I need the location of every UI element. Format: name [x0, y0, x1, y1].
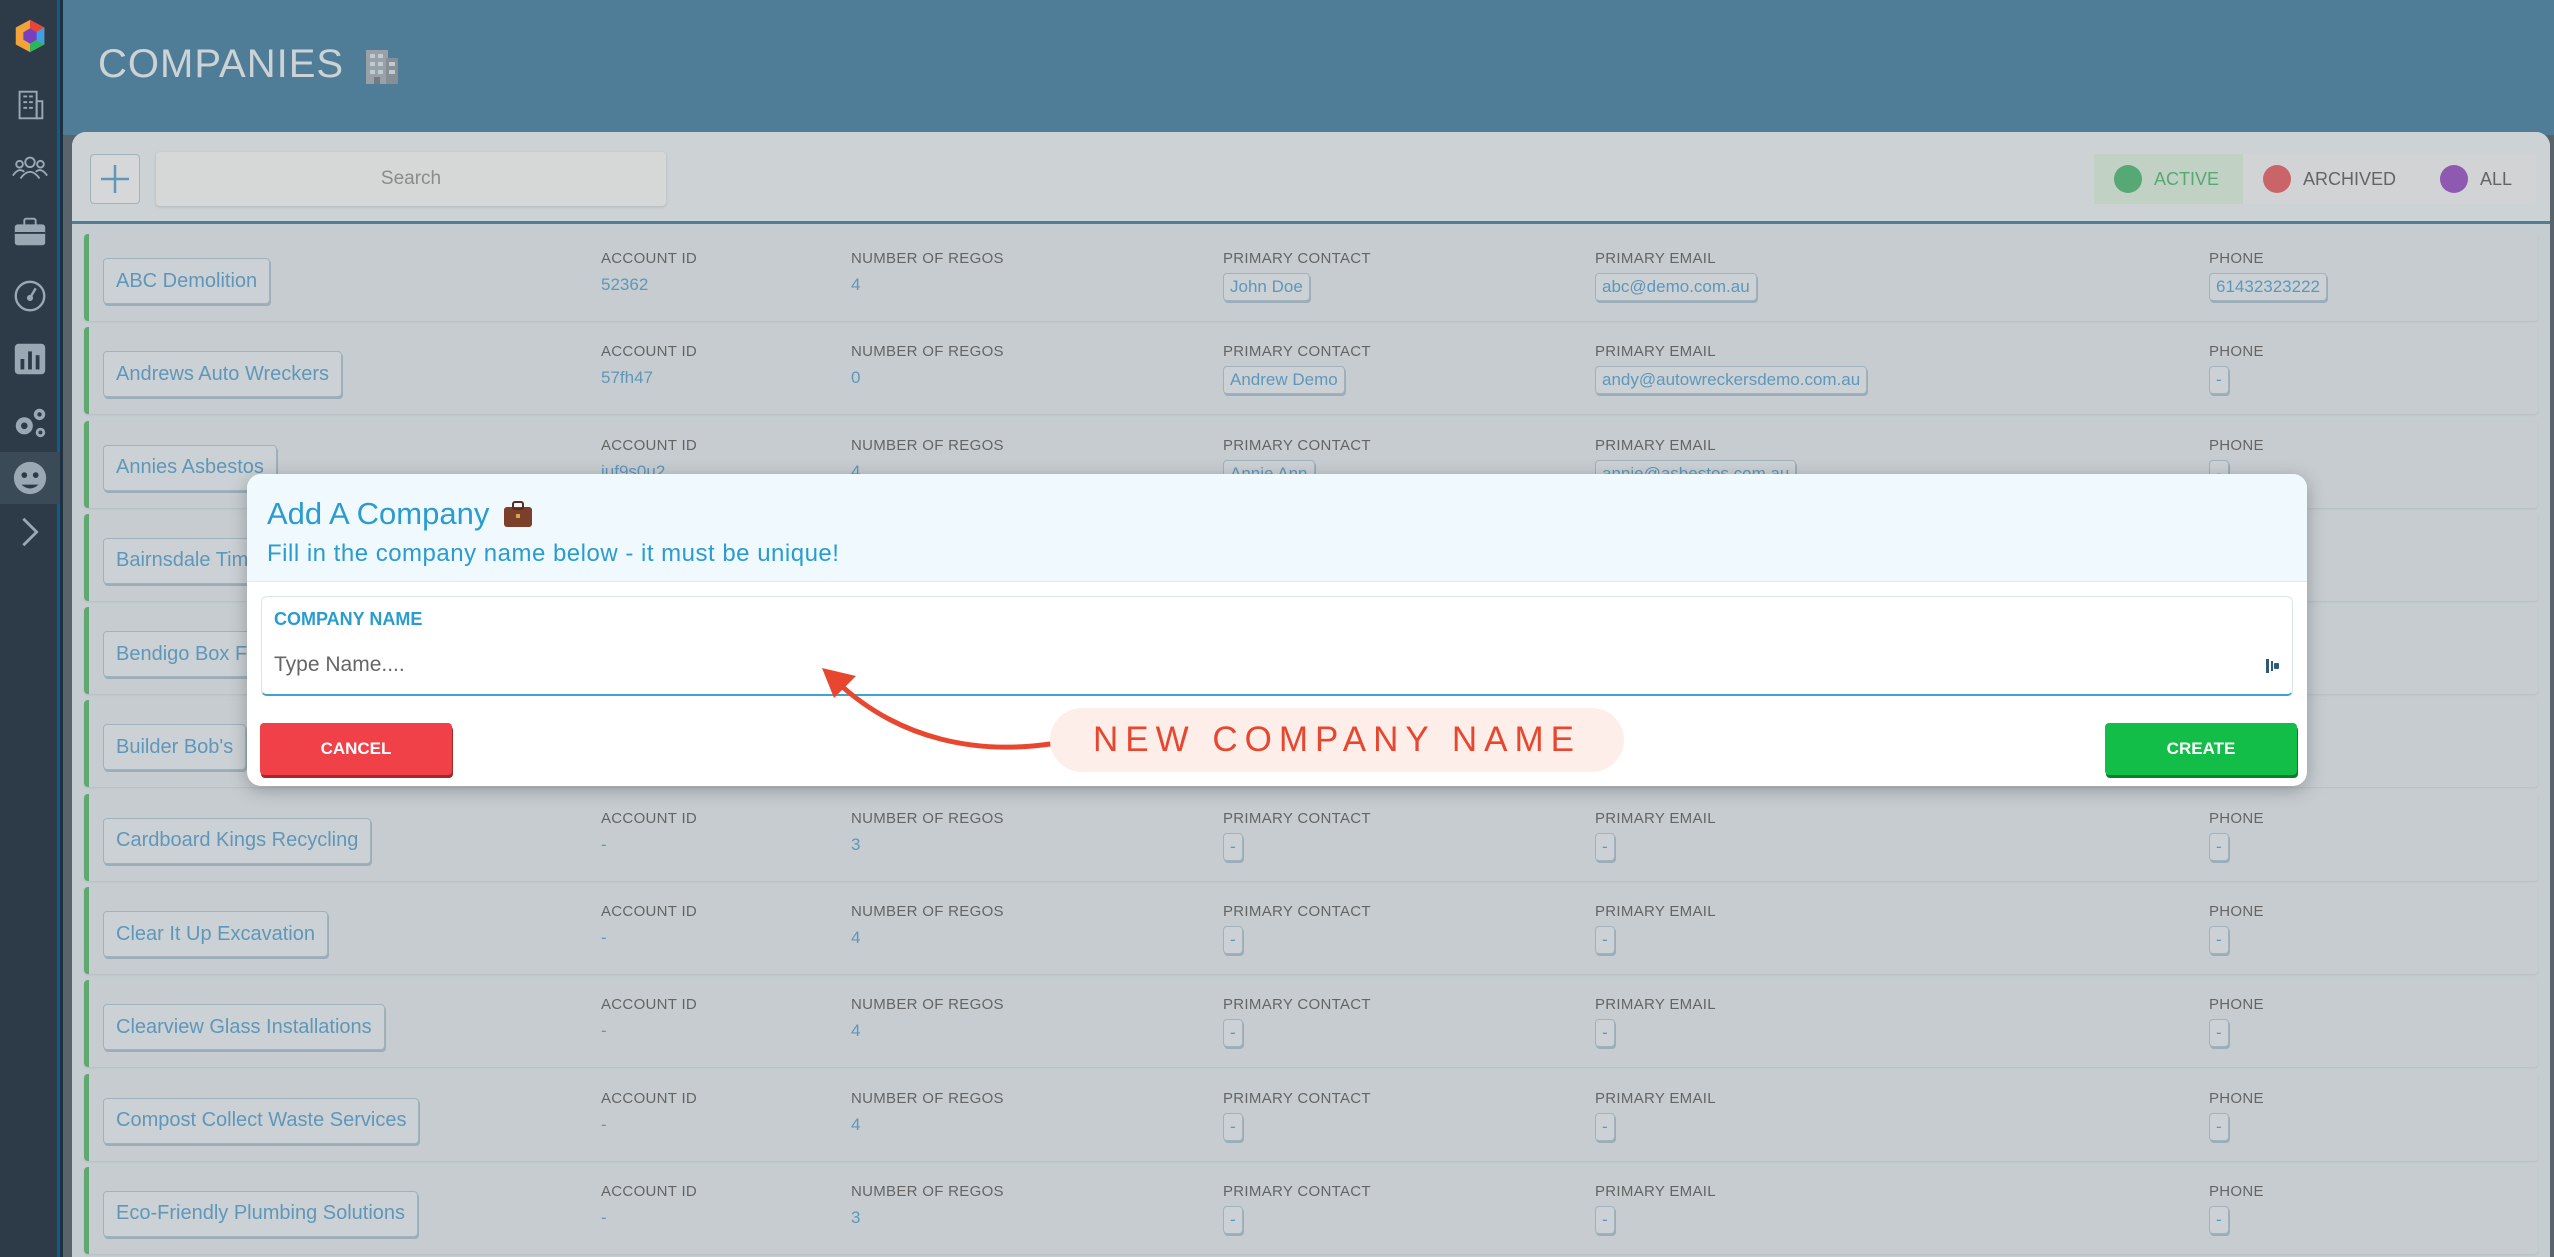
briefcase-icon — [14, 217, 46, 246]
app-logo-icon — [15, 19, 45, 53]
sidebar — [0, 0, 60, 1257]
company-name-field: COMPANY NAME — [261, 596, 2293, 696]
nav-dashboard[interactable] — [0, 270, 60, 322]
nav-companies[interactable] — [0, 79, 60, 131]
modal-header: Add A Company Fill in the company name b… — [247, 474, 2307, 582]
nav-jobs[interactable] — [0, 206, 60, 258]
modal-subtitle: Fill in the company name below - it must… — [267, 540, 840, 567]
company-name-input[interactable] — [274, 647, 2234, 683]
app-logo[interactable] — [0, 10, 60, 62]
building-icon — [18, 90, 44, 120]
bar-chart-icon — [14, 343, 46, 375]
modal-title: Add A Company — [267, 496, 533, 532]
briefcase-icon — [504, 501, 533, 527]
nav-profile[interactable] — [0, 452, 60, 504]
cancel-button[interactable]: CANCEL — [260, 723, 452, 775]
password-manager-icon[interactable] — [2264, 657, 2282, 675]
chevron-right-icon — [22, 517, 39, 547]
annotation-label: NEW COMPANY NAME — [1050, 708, 1624, 772]
modal-title-text: Add A Company — [267, 496, 490, 531]
nav-settings[interactable] — [0, 396, 60, 448]
user-avatar-icon — [13, 461, 47, 495]
gauge-icon — [14, 280, 46, 312]
users-icon — [12, 156, 48, 180]
company-name-label: COMPANY NAME — [274, 609, 423, 629]
nav-reports[interactable] — [0, 333, 60, 385]
gears-icon — [15, 408, 46, 438]
annotation-arrow-icon — [822, 668, 1053, 750]
sidebar-expand[interactable] — [0, 506, 60, 558]
create-button[interactable]: CREATE — [2105, 723, 2297, 775]
nav-users[interactable] — [0, 142, 60, 194]
